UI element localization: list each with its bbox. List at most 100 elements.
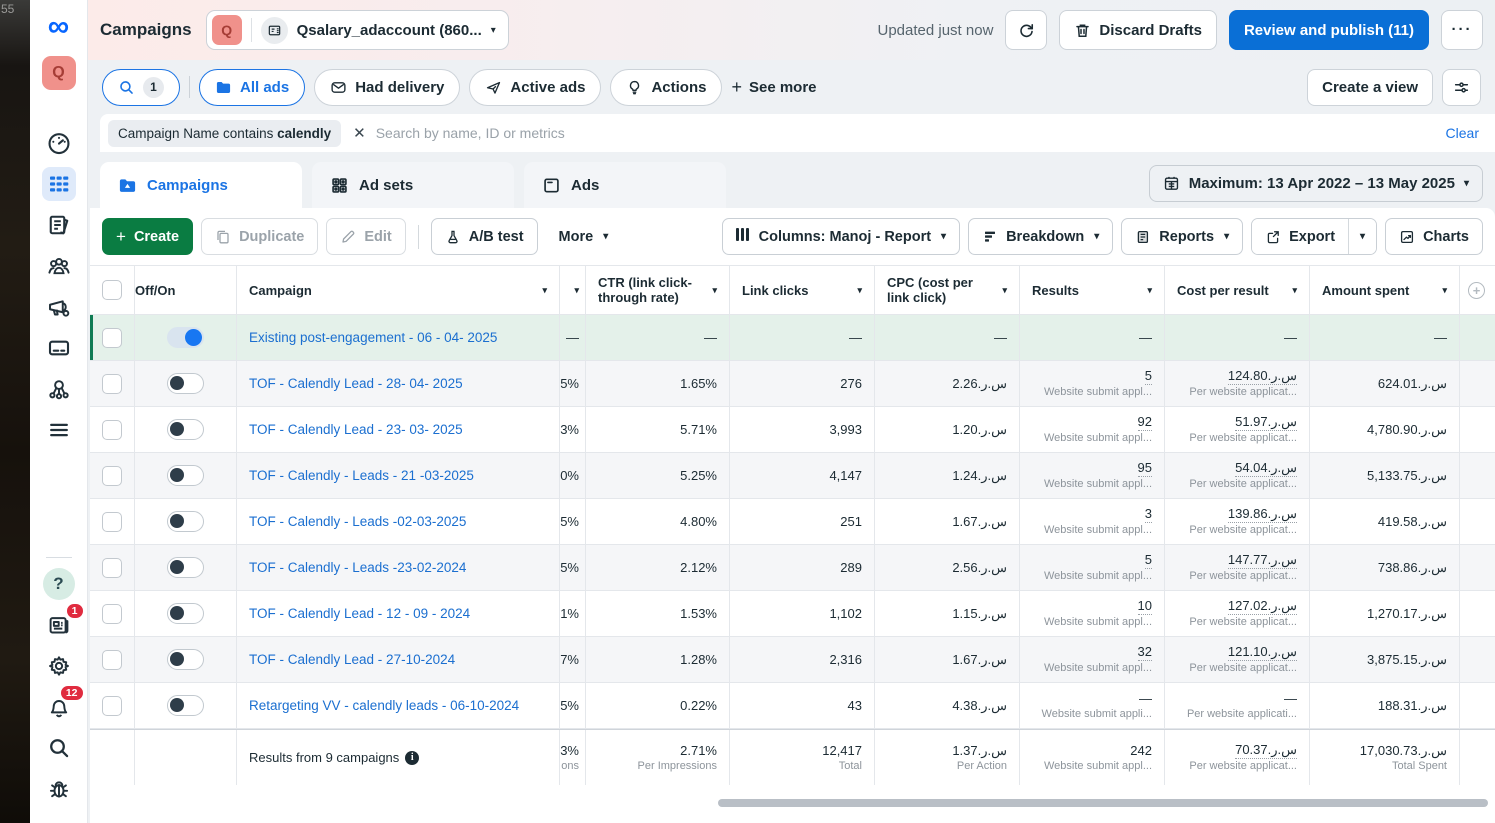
campaign-name-link[interactable]: TOF - Calendly Lead - 12 - 09 - 2024	[249, 606, 470, 621]
header-amount-spent[interactable]: Amount spent▾	[1310, 266, 1460, 314]
results-value[interactable]: 5	[1145, 368, 1152, 385]
cost-per-result-value[interactable]: 54.04.ر.س	[1235, 460, 1297, 477]
account-selector[interactable]: Q Qsalary_adaccount (860... ▾	[206, 10, 509, 50]
search-filter-pill[interactable]: 1	[102, 69, 180, 106]
create-button[interactable]: + Create	[102, 218, 193, 255]
row-checkbox[interactable]	[102, 604, 122, 624]
settings-button[interactable]	[42, 649, 76, 683]
charts-button[interactable]: Charts	[1385, 218, 1483, 255]
info-icon[interactable]: i	[405, 751, 419, 765]
filter-pill-had-delivery[interactable]: Had delivery	[314, 69, 460, 106]
sidebar-item-pages[interactable]	[42, 208, 76, 242]
more-options-button[interactable]: ···	[1441, 10, 1483, 50]
view-settings-button[interactable]	[1442, 69, 1481, 106]
applied-filter-chip[interactable]: Campaign Name contains calendly	[108, 120, 341, 147]
row-checkbox[interactable]	[102, 328, 122, 348]
whats-new-button[interactable]: 1	[42, 608, 76, 642]
cost-per-result-value[interactable]: 121.10.ر.س	[1228, 644, 1297, 661]
results-value[interactable]: 10	[1138, 598, 1152, 615]
sidebar-item-advertise[interactable]	[42, 290, 76, 324]
notifications-button[interactable]: 12	[42, 690, 76, 724]
cost-per-result-value[interactable]: 124.80.ر.س	[1228, 368, 1297, 385]
results-value[interactable]: 3	[1145, 506, 1152, 523]
search-input[interactable]	[376, 125, 1436, 141]
report-bug-button[interactable]	[42, 772, 76, 806]
campaign-name-link[interactable]: TOF - Calendly Lead - 27-10-2024	[249, 652, 455, 667]
discard-drafts-button[interactable]: Discard Drafts	[1059, 10, 1217, 50]
cost-per-result-value[interactable]: 51.97.ر.س	[1235, 414, 1297, 431]
campaign-toggle[interactable]	[167, 465, 204, 486]
refresh-button[interactable]	[1005, 10, 1047, 50]
tab-ads[interactable]: Ads	[524, 162, 726, 208]
row-checkbox[interactable]	[102, 420, 122, 440]
campaign-toggle[interactable]	[167, 327, 204, 348]
results-value[interactable]: 95	[1138, 460, 1152, 477]
account-avatar-badge[interactable]: Q	[42, 56, 76, 90]
results-value[interactable]: —	[1139, 691, 1152, 707]
cost-per-result-value[interactable]: —	[1284, 691, 1297, 707]
header-ctr[interactable]: CTR (link click-through rate)▾	[586, 266, 730, 314]
results-value[interactable]: 5	[1145, 552, 1152, 569]
columns-button[interactable]: Columns: Manoj - Report ▾	[722, 218, 960, 255]
filter-pill-all-ads[interactable]: All ads	[199, 69, 305, 106]
select-all-checkbox[interactable]	[102, 280, 122, 300]
campaign-name-link[interactable]: TOF - Calendly - Leads -23-02-2024	[249, 560, 466, 575]
campaign-toggle[interactable]	[167, 511, 204, 532]
sidebar-item-ads-manager[interactable]	[42, 126, 76, 160]
export-options-button[interactable]: ▾	[1348, 219, 1376, 254]
campaign-toggle[interactable]	[167, 419, 204, 440]
results-value[interactable]: 32	[1138, 644, 1152, 661]
header-cpc[interactable]: CPC (cost per link click)▾	[875, 266, 1020, 314]
breakdown-button[interactable]: Breakdown ▾	[968, 218, 1113, 255]
cost-per-result-value[interactable]: 147.77.ر.س	[1228, 552, 1297, 569]
sidebar-item-all-tools[interactable]	[42, 413, 76, 447]
search-tools-button[interactable]	[42, 731, 76, 765]
campaign-toggle[interactable]	[167, 603, 204, 624]
row-checkbox[interactable]	[102, 512, 122, 532]
header-results[interactable]: Results▾	[1020, 266, 1165, 314]
see-more-button[interactable]: + See more	[731, 77, 816, 98]
row-checkbox[interactable]	[102, 558, 122, 578]
review-publish-button[interactable]: Review and publish (11)	[1229, 10, 1429, 50]
tab-campaigns[interactable]: Campaigns	[100, 162, 302, 208]
sidebar-item-audiences[interactable]	[42, 249, 76, 283]
ab-test-button[interactable]: A/B test	[431, 218, 538, 255]
date-range-selector[interactable]: Maximum: 13 Apr 2022 – 13 May 2025 ▾	[1149, 165, 1483, 202]
campaign-name-link[interactable]: Retargeting VV - calendly leads - 06-10-…	[249, 698, 519, 713]
header-campaign[interactable]: Campaign▾	[237, 266, 560, 314]
cost-per-result-value[interactable]: —	[1284, 330, 1297, 346]
create-view-button[interactable]: Create a view	[1307, 69, 1433, 106]
results-value[interactable]: —	[1139, 330, 1152, 346]
campaign-toggle[interactable]	[167, 557, 204, 578]
row-checkbox[interactable]	[102, 374, 122, 394]
reports-button[interactable]: Reports ▾	[1121, 218, 1243, 255]
remove-filter-icon[interactable]: ✕	[353, 124, 366, 142]
campaign-toggle[interactable]	[167, 373, 204, 394]
clear-filters-link[interactable]: Clear	[1446, 125, 1479, 141]
horizontal-scrollbar[interactable]	[718, 799, 1488, 807]
edit-button[interactable]: Edit	[326, 218, 405, 255]
filter-pill-active-ads[interactable]: Active ads	[469, 69, 601, 106]
cost-per-result-value[interactable]: 139.86.ر.س	[1228, 506, 1297, 523]
export-button[interactable]: Export	[1252, 219, 1348, 254]
header-link-clicks[interactable]: Link clicks▾	[730, 266, 875, 314]
header-truncated-column[interactable]: ▾	[560, 266, 586, 314]
campaign-name-link[interactable]: TOF - Calendly Lead - 23- 03- 2025	[249, 422, 463, 437]
campaign-name-link[interactable]: TOF - Calendly Lead - 28- 04- 2025	[249, 376, 463, 391]
campaign-toggle[interactable]	[167, 649, 204, 670]
sidebar-item-assets[interactable]	[42, 372, 76, 406]
row-checkbox[interactable]	[102, 466, 122, 486]
tab-ad-sets[interactable]: Ad sets	[312, 162, 514, 208]
campaign-name-link[interactable]: TOF - Calendly - Leads -02-03-2025	[249, 514, 466, 529]
cost-per-result-value[interactable]: 127.02.ر.س	[1228, 598, 1297, 615]
scrollbar-thumb[interactable]	[718, 799, 1488, 807]
campaign-name-link[interactable]: TOF - Calendly - Leads - 21 -03-2025	[249, 468, 474, 483]
row-checkbox[interactable]	[102, 696, 122, 716]
results-value[interactable]: 92	[1138, 414, 1152, 431]
header-cost-per-result[interactable]: Cost per result▾	[1165, 266, 1310, 314]
sidebar-item-campaigns[interactable]	[42, 167, 76, 201]
more-button[interactable]: More ▾	[546, 218, 622, 255]
row-checkbox[interactable]	[102, 650, 122, 670]
campaign-name-link[interactable]: Existing post-engagement - 06 - 04- 2025	[249, 330, 497, 345]
duplicate-button[interactable]: Duplicate	[201, 218, 318, 255]
